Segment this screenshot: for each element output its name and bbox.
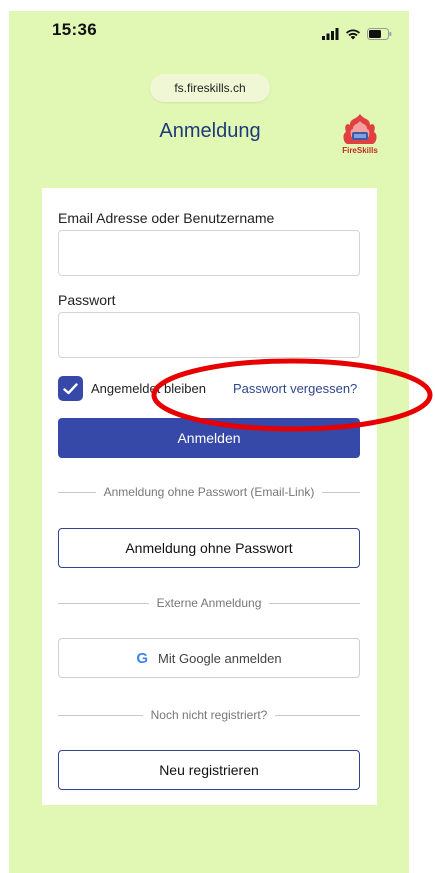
login-button[interactable]: Anmelden: [58, 418, 360, 458]
url-text: fs.fireskills.ch: [174, 81, 246, 95]
logo-text: FireSkills: [342, 146, 378, 155]
google-login-button[interactable]: G Mit Google anmelden: [58, 638, 360, 678]
divider-passwordless: Anmeldung ohne Passwort (Email-Link): [58, 485, 361, 499]
register-button[interactable]: Neu registrieren: [58, 750, 360, 790]
username-input[interactable]: [58, 230, 360, 276]
battery-icon: [367, 28, 392, 40]
google-icon: G: [136, 649, 149, 667]
divider-external-text: Externe Anmeldung: [156, 596, 262, 610]
google-button-label: Mit Google anmelden: [158, 650, 282, 666]
divider-line: [269, 602, 360, 604]
remember-checkbox[interactable]: [58, 376, 83, 401]
divider-passwordless-text: Anmeldung ohne Passwort (Email-Link): [103, 485, 315, 499]
status-icons: [322, 28, 392, 40]
remember-label[interactable]: Angemeldet bleiben: [91, 381, 206, 396]
divider-line: [275, 714, 360, 716]
divider-line: [58, 602, 149, 604]
passwordless-login-button[interactable]: Anmeldung ohne Passwort: [58, 528, 360, 568]
divider-register-text: Noch nicht registriert?: [150, 708, 268, 722]
url-bar[interactable]: fs.fireskills.ch: [150, 74, 270, 102]
divider-register: Noch nicht registriert?: [58, 708, 360, 722]
wifi-icon: [346, 29, 360, 40]
divider-line: [322, 491, 361, 493]
signal-icon: [322, 28, 339, 40]
password-input[interactable]: [58, 312, 360, 358]
checkmark-icon: [63, 382, 78, 394]
fireskills-logo: FireSkills: [342, 114, 378, 155]
divider-external: Externe Anmeldung: [58, 596, 360, 610]
password-label: Passwort: [58, 292, 116, 308]
divider-line: [58, 491, 96, 493]
forgot-password-link[interactable]: Passwort vergessen?: [233, 381, 357, 396]
status-time: 15:36: [52, 20, 97, 39]
page-title: Anmeldung: [159, 120, 261, 142]
divider-line: [58, 714, 143, 716]
username-label: Email Adresse oder Benutzername: [58, 210, 275, 226]
